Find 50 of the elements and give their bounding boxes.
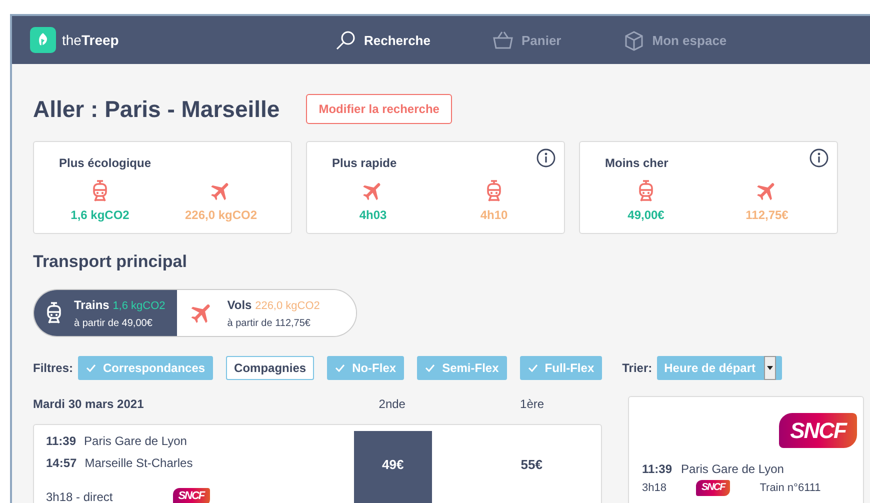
check-icon	[425, 364, 436, 372]
sncf-logo: SNCF	[779, 413, 857, 448]
train-icon	[46, 302, 62, 324]
sncf-logo: SNCF	[172, 488, 210, 503]
caret-icon	[766, 366, 772, 370]
arrival-time: 14:57	[46, 456, 77, 470]
nav-item[interactable]: Recherche	[335, 29, 430, 51]
basket-icon	[492, 30, 514, 50]
departure-station: Paris Gare de Lyon	[84, 434, 187, 448]
option-value: 4h03	[359, 208, 387, 222]
page-title: Aller : Paris - Marseille	[33, 96, 280, 122]
train-icon	[638, 179, 654, 203]
box-icon	[623, 29, 646, 51]
class-column-header: 2nde	[378, 397, 406, 411]
fare-price[interactable]: 55€	[492, 431, 571, 503]
section-title: Transport principal	[33, 252, 188, 272]
journey-duration: 3h18 - direct	[46, 490, 113, 503]
sncf-logo: SNCF	[696, 480, 730, 496]
leaf-logo-icon[interactable]	[30, 27, 56, 53]
train-icon	[92, 179, 108, 203]
app-logo-text[interactable]: theTreep	[62, 32, 119, 48]
check-icon	[528, 364, 538, 372]
card-title: Plus écologique	[59, 156, 152, 170]
train-number: Train n°6111	[760, 482, 821, 494]
departure-station: Paris Gare de Lyon	[681, 462, 784, 476]
train-icon	[486, 179, 502, 203]
search-icon	[335, 29, 357, 51]
class-column-header: 1ère	[519, 397, 546, 411]
option-value: 112,75€	[746, 208, 788, 222]
option-value: 1,6 kgCO2	[70, 208, 130, 222]
info-icon[interactable]	[809, 148, 829, 168]
option-value: 226,0 kgCO2	[184, 208, 258, 222]
check-icon	[86, 364, 96, 372]
filter-chip[interactable]: Compagnies	[226, 356, 314, 380]
arrival-station: Marseille St-Charles	[84, 456, 193, 470]
info-icon[interactable]	[536, 148, 556, 168]
journey-card[interactable]: 11:39 Paris Gare de Lyon 14:57 Marseille St-Charles 3h18 - direct SNCF 49€ 55€	[33, 424, 602, 503]
transport-tab[interactable]: Trains 1,6 kgCO2 à partir de 49,00€	[34, 290, 178, 336]
card-title: Plus rapide	[332, 156, 397, 170]
option-value: 49,00€	[628, 208, 664, 222]
departure-time: 11:39	[642, 462, 672, 476]
option-value: 4h10	[480, 208, 508, 222]
journey-duration: 3h18	[642, 482, 666, 494]
sort-label: Trier:	[622, 361, 652, 375]
filters-label: Filtres:	[33, 361, 74, 375]
date-heading: Mardi 30 mars 2021	[33, 397, 145, 411]
card-title: Moins cher	[605, 156, 668, 170]
fare-price[interactable]: 49€	[354, 431, 432, 503]
check-icon	[335, 364, 346, 372]
departure-time: 11:39	[46, 434, 76, 448]
